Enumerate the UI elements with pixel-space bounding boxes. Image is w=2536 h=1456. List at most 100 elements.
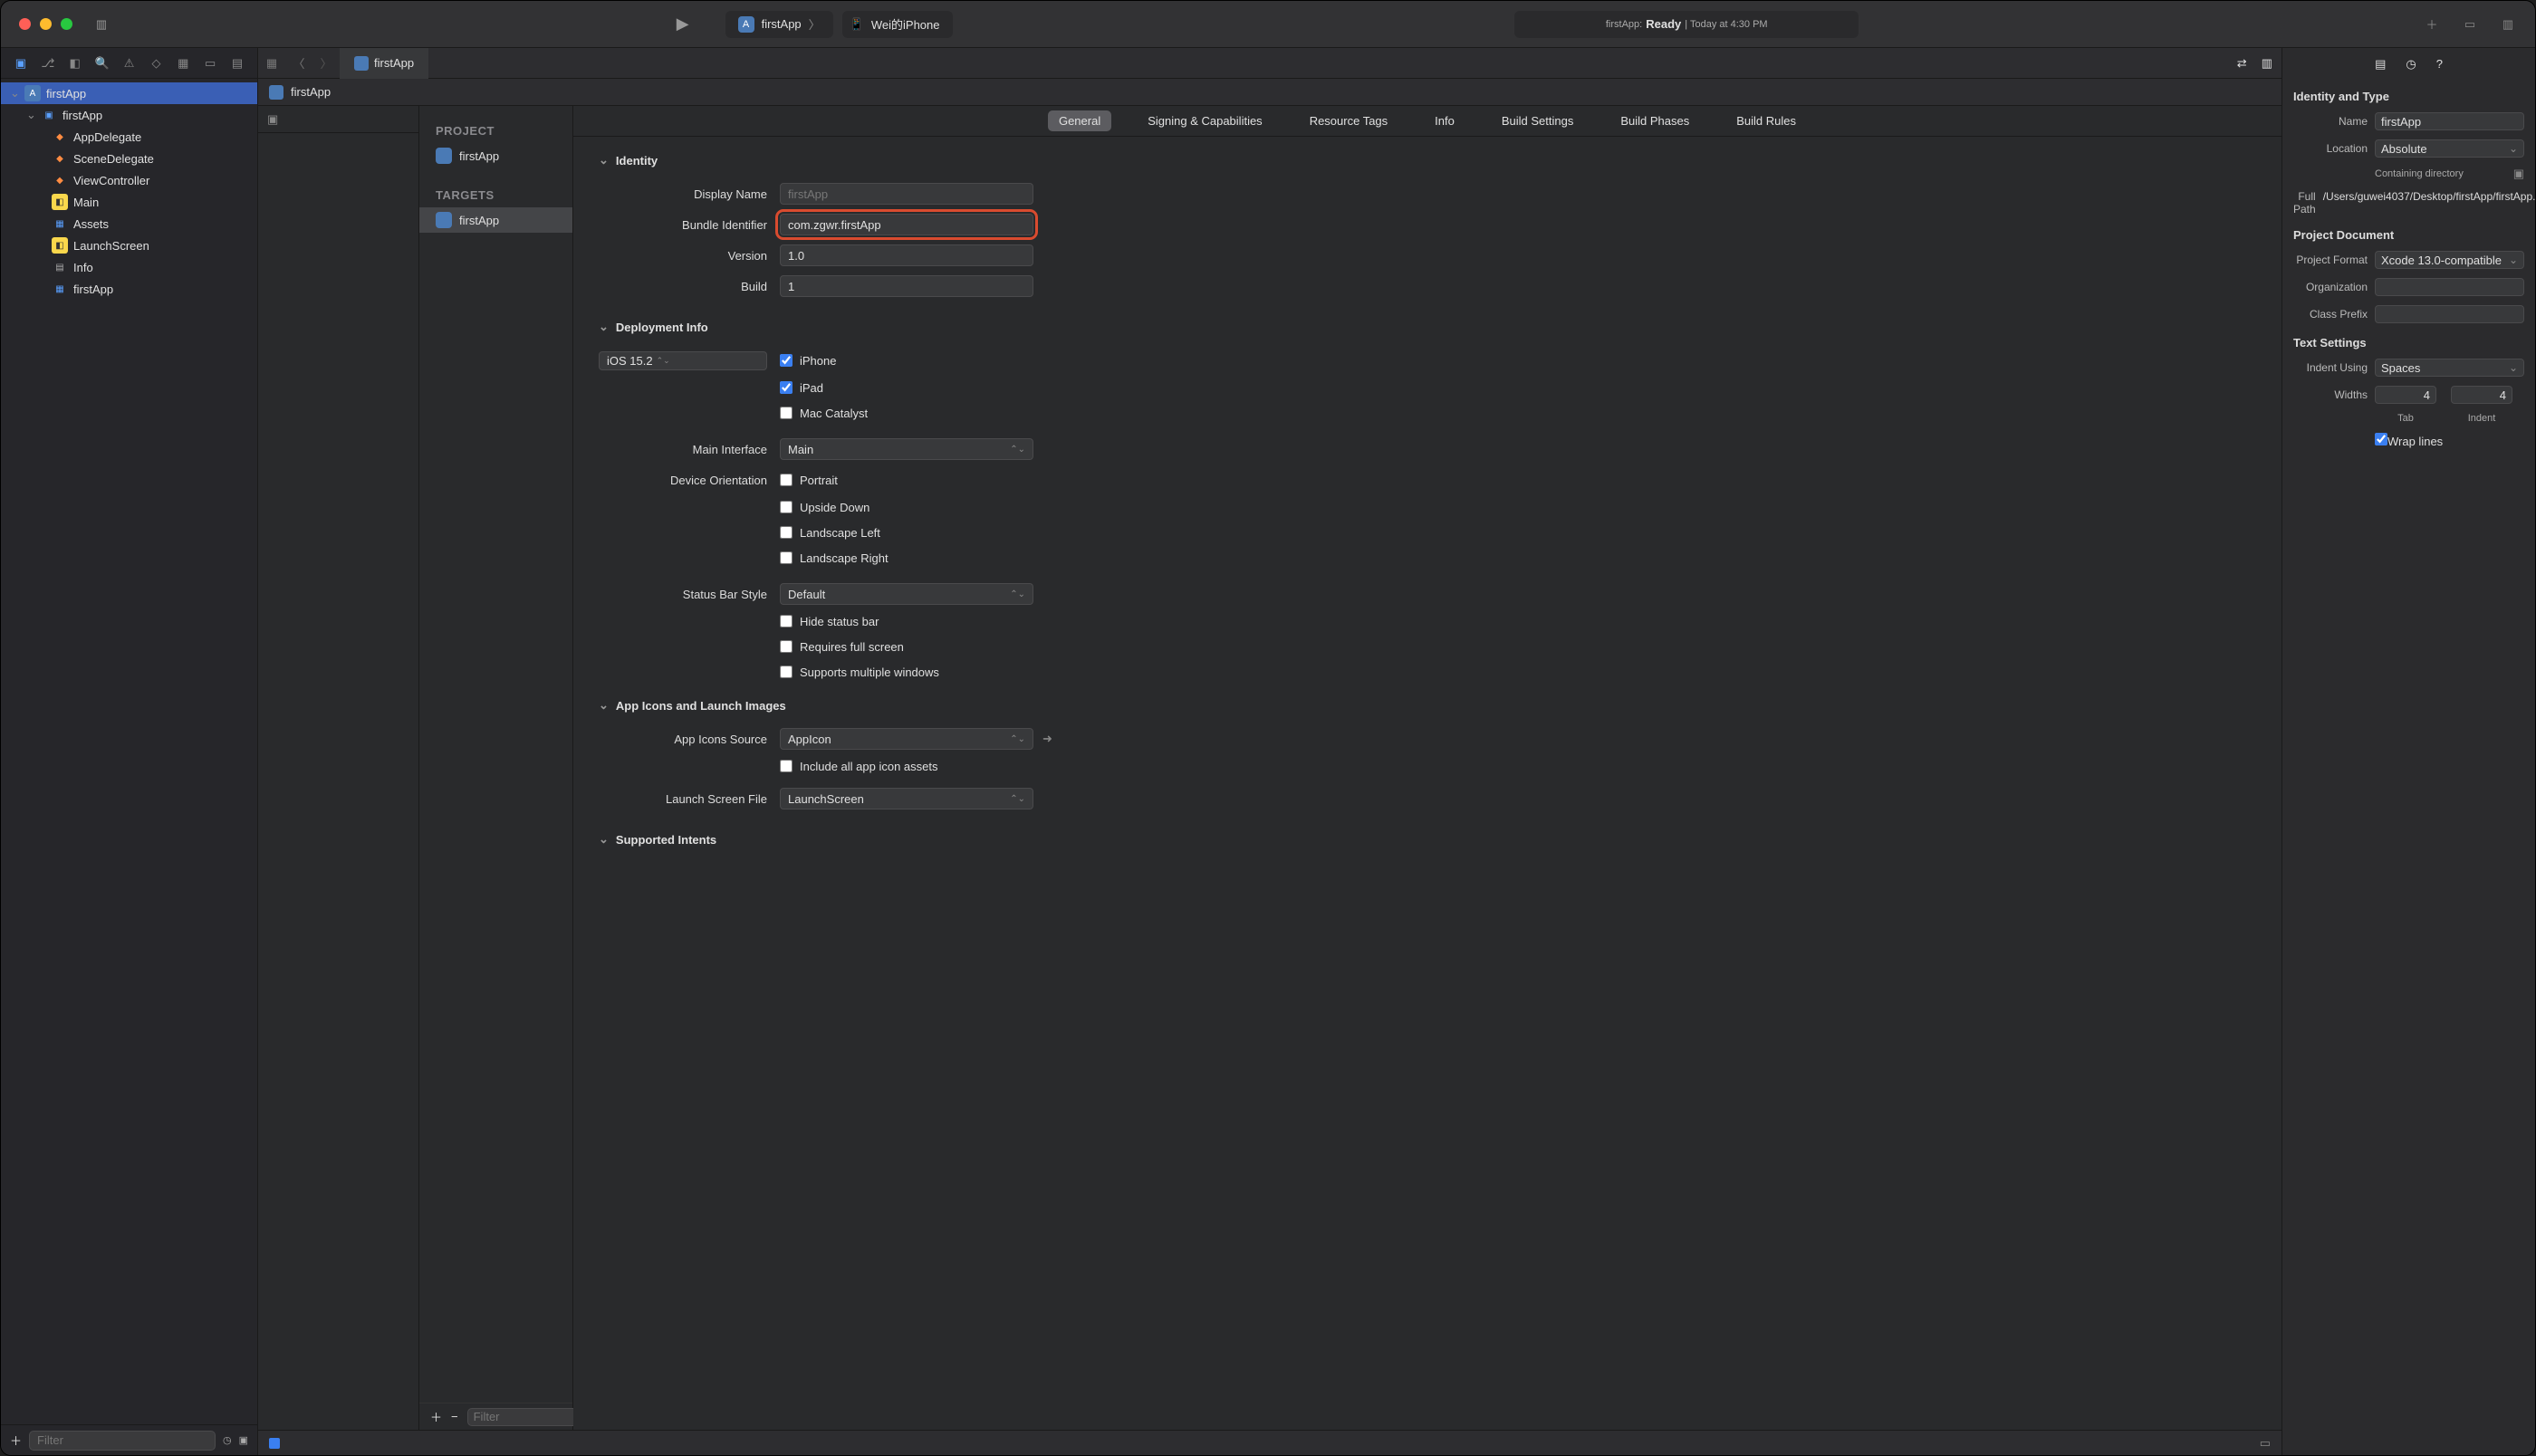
navigate-icon[interactable]: ➜ xyxy=(1042,732,1052,746)
file-launchscreen[interactable]: ◧LaunchScreen xyxy=(1,235,257,256)
file-inspector-icon[interactable]: ▤ xyxy=(2375,57,2386,72)
tab-signing[interactable]: Signing & Capabilities xyxy=(1137,110,1273,131)
iphone-checkbox[interactable] xyxy=(780,354,792,367)
disclosure-icon[interactable]: ⌄ xyxy=(599,698,609,713)
disclosure-icon[interactable]: ⌄ xyxy=(599,153,609,168)
project-item[interactable]: firstApp xyxy=(419,143,572,168)
close-window-button[interactable] xyxy=(19,18,31,30)
assistant-icon[interactable]: ⇄ xyxy=(2237,56,2247,71)
minimize-window-button[interactable] xyxy=(40,18,52,30)
ipad-checkbox[interactable] xyxy=(780,381,792,394)
toggle-navigator-icon[interactable]: ▥ xyxy=(89,12,114,37)
reveal-icon[interactable]: ▣ xyxy=(2513,167,2524,181)
find-icon[interactable]: 🔍 xyxy=(95,56,110,71)
debug-icon[interactable]: ▦ xyxy=(176,56,190,71)
symbol-icon[interactable]: ◧ xyxy=(68,56,82,71)
main-interface-select[interactable]: Main xyxy=(780,438,1033,460)
adjust-editor-icon[interactable]: ▥ xyxy=(2262,56,2272,71)
tab-width-stepper[interactable]: 4 xyxy=(2375,386,2436,404)
folder-icon[interactable]: ▣ xyxy=(14,56,28,71)
wrap-lines-checkbox[interactable] xyxy=(2375,433,2387,445)
version-input[interactable]: 1.0 xyxy=(780,244,1033,266)
add-button[interactable]: ＋ xyxy=(2421,14,2443,35)
forward-button[interactable]: 〉 xyxy=(312,54,340,72)
class-prefix-field[interactable] xyxy=(2375,305,2524,323)
issue-icon[interactable]: ⚠ xyxy=(122,56,137,71)
toggle-inspector-icon[interactable]: ▥ xyxy=(2497,14,2519,35)
toggle-debug-area-icon[interactable]: ▭ xyxy=(2260,1436,2271,1451)
file-main[interactable]: ◧Main xyxy=(1,191,257,213)
tab-general[interactable]: General xyxy=(1048,110,1111,131)
name-field[interactable]: firstApp xyxy=(2375,112,2524,130)
include-all-icons-checkbox[interactable] xyxy=(780,760,792,772)
organization-field[interactable] xyxy=(2375,278,2524,296)
run-button[interactable]: ▶ xyxy=(677,14,689,34)
folder-label: firstApp xyxy=(62,109,102,122)
app-icons-source-select[interactable]: AppIcon xyxy=(780,728,1033,750)
disclosure-icon[interactable]: ⌄ xyxy=(599,320,609,334)
breakpoints-icon[interactable] xyxy=(269,1438,280,1449)
file-entitlements[interactable]: ▦firstApp xyxy=(1,278,257,300)
file-viewcontroller[interactable]: ◆ViewController xyxy=(1,169,257,191)
tab-build-settings[interactable]: Build Settings xyxy=(1491,110,1585,131)
project-format-select[interactable]: Xcode 13.0-compatible xyxy=(2375,251,2524,269)
test-icon[interactable]: ◇ xyxy=(149,56,164,71)
landscape-right-checkbox[interactable] xyxy=(780,551,792,564)
jump-bar[interactable]: firstApp xyxy=(258,79,2281,106)
folder-row[interactable]: ⌄ ▣ firstApp xyxy=(1,104,257,126)
outline-toggle[interactable]: ▣ xyxy=(258,106,418,133)
history-inspector-icon[interactable]: ◷ xyxy=(2406,57,2416,72)
hide-status-checkbox[interactable] xyxy=(780,615,792,627)
disclosure-icon[interactable]: ⌄ xyxy=(10,86,19,101)
zoom-window-button[interactable] xyxy=(61,18,72,30)
full-screen-checkbox[interactable] xyxy=(780,640,792,653)
related-items-icon[interactable]: ▦ xyxy=(258,56,285,71)
mac-checkbox[interactable] xyxy=(780,407,792,419)
source-control-icon[interactable]: ⎇ xyxy=(41,56,55,71)
status-bar-select[interactable]: Default xyxy=(780,583,1033,605)
mac-label: Mac Catalyst xyxy=(800,407,868,420)
project-icon: A xyxy=(24,85,41,101)
remove-target-button[interactable]: − xyxy=(451,1410,458,1423)
filter-input[interactable] xyxy=(29,1431,216,1451)
breakpoint-icon[interactable]: ▭ xyxy=(203,56,217,71)
target-item[interactable]: firstApp xyxy=(419,207,572,233)
tab-build-rules[interactable]: Build Rules xyxy=(1725,110,1807,131)
display-name-input[interactable]: firstApp xyxy=(780,183,1033,205)
file-assets[interactable]: ▦Assets xyxy=(1,213,257,235)
device-selector[interactable]: 📱 Wei的iPhone xyxy=(842,11,953,38)
bundle-id-input[interactable]: com.zgwr.firstApp xyxy=(780,214,1033,235)
disclosure-icon[interactable]: ⌄ xyxy=(599,832,609,847)
file-appdelegate[interactable]: ◆AppDelegate xyxy=(1,126,257,148)
scheme-selector[interactable]: A firstApp 〉 xyxy=(725,11,833,38)
help-inspector-icon[interactable]: ? xyxy=(2436,57,2443,72)
location-select[interactable]: Absolute xyxy=(2375,139,2524,158)
project-root[interactable]: ⌄ A firstApp xyxy=(1,82,257,104)
build-input[interactable]: 1 xyxy=(780,275,1033,297)
tab-info[interactable]: Info xyxy=(1424,110,1465,131)
indent-using-select[interactable]: Spaces xyxy=(2375,359,2524,377)
add-file-button[interactable]: ＋ xyxy=(10,1432,22,1449)
disclosure-icon[interactable]: ⌄ xyxy=(26,108,35,122)
tab-resource-tags[interactable]: Resource Tags xyxy=(1299,110,1398,131)
outline-icon[interactable]: ▣ xyxy=(239,1434,248,1446)
multi-windows-checkbox[interactable] xyxy=(780,666,792,678)
ios-version-dropdown[interactable]: iOS 15.2 xyxy=(599,351,767,370)
launch-screen-select[interactable]: LaunchScreen xyxy=(780,788,1033,809)
back-button[interactable]: 〈 xyxy=(285,54,312,72)
version-value: 1.0 xyxy=(788,249,804,263)
library-icon[interactable]: ▭ xyxy=(2459,14,2481,35)
active-tab[interactable]: firstApp xyxy=(340,48,428,79)
indent-width-stepper[interactable]: 4 xyxy=(2451,386,2512,404)
version-label: Version xyxy=(599,249,780,263)
portrait-checkbox[interactable] xyxy=(780,474,792,486)
tab-build-phases[interactable]: Build Phases xyxy=(1609,110,1700,131)
landscape-left-checkbox[interactable] xyxy=(780,526,792,539)
landscape-right-label: Landscape Right xyxy=(800,551,889,565)
file-info[interactable]: ▤Info xyxy=(1,256,257,278)
add-target-button[interactable]: ＋ xyxy=(430,1408,442,1425)
report-icon[interactable]: ▤ xyxy=(230,56,245,71)
clock-icon[interactable]: ◷ xyxy=(223,1434,232,1446)
upside-down-checkbox[interactable] xyxy=(780,501,792,513)
file-scenedelegate[interactable]: ◆SceneDelegate xyxy=(1,148,257,169)
